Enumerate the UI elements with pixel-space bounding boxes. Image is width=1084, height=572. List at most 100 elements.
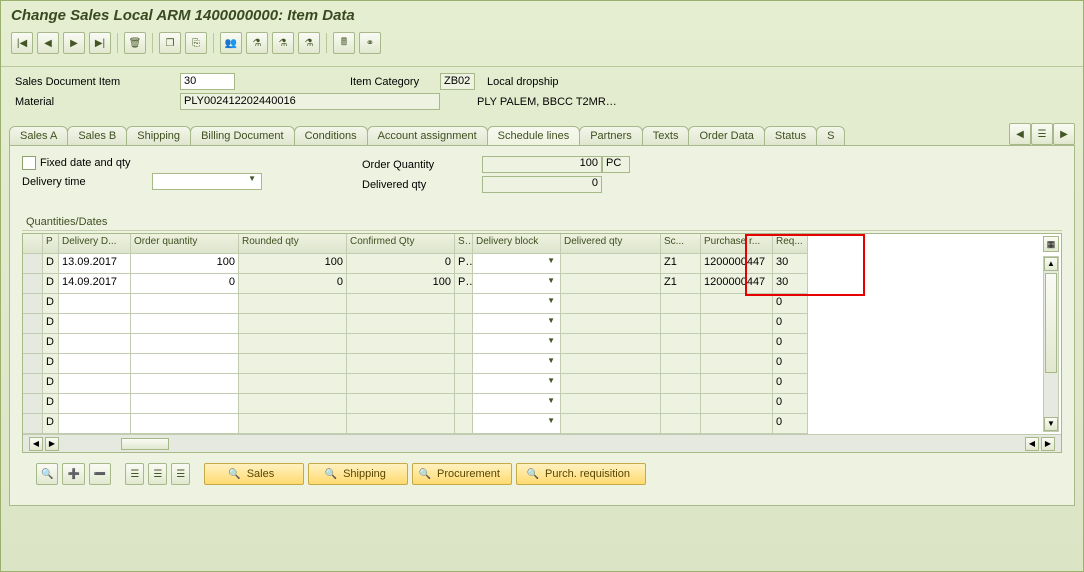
col-header[interactable]: Order quantity: [131, 234, 239, 254]
flask2-icon[interactable]: ⚗: [272, 32, 294, 54]
cell-ordqty[interactable]: [131, 334, 239, 354]
cell-block[interactable]: ▼: [473, 334, 561, 354]
scroll-up-icon[interactable]: ▲: [1044, 257, 1058, 271]
tab-schedule-lines[interactable]: Schedule lines: [487, 126, 581, 146]
cell-block[interactable]: ▼: [473, 414, 561, 434]
cell-date[interactable]: [59, 374, 131, 394]
tab-sales-b[interactable]: Sales B: [67, 126, 127, 145]
cell-ordqty[interactable]: [131, 294, 239, 314]
cell-ordqty[interactable]: [131, 374, 239, 394]
fixed-date-qty-checkbox[interactable]: [22, 156, 36, 170]
cell-date[interactable]: [59, 334, 131, 354]
row-selector[interactable]: [23, 254, 43, 274]
cell-date[interactable]: [59, 414, 131, 434]
next-icon[interactable]: ▶: [63, 32, 85, 54]
cell-ordqty[interactable]: [131, 414, 239, 434]
col-header[interactable]: S...: [455, 234, 473, 254]
scroll-down-icon[interactable]: ▼: [1044, 417, 1058, 431]
add-row-button[interactable]: ➕: [62, 463, 84, 485]
dropdown-icon[interactable]: ▼: [547, 336, 557, 351]
tab-scroll-right-icon[interactable]: ▶: [1053, 123, 1075, 145]
cell-date[interactable]: [59, 354, 131, 374]
tab-s[interactable]: S: [816, 126, 845, 145]
cell-date[interactable]: 13.09.2017: [59, 254, 131, 274]
col-header[interactable]: [23, 234, 43, 254]
docs-icon[interactable]: ❐: [159, 32, 181, 54]
cell-block[interactable]: ▼: [473, 394, 561, 414]
dropdown-icon[interactable]: ▼: [547, 376, 557, 391]
cell-block[interactable]: ▼: [473, 354, 561, 374]
tab-account-assignment[interactable]: Account assignment: [367, 126, 488, 145]
procurement-button[interactable]: 🔍Procurement: [412, 463, 512, 485]
people-icon[interactable]: 👥: [220, 32, 242, 54]
tab-scroll-left-icon[interactable]: ◀: [1009, 123, 1031, 145]
tree3-button[interactable]: ☰: [171, 463, 190, 485]
delete-row-button[interactable]: ➖: [89, 463, 111, 485]
cell-date[interactable]: [59, 294, 131, 314]
link-icon[interactable]: ⚭: [359, 32, 381, 54]
dropdown-icon[interactable]: ▼: [547, 356, 557, 371]
cell-block[interactable]: ▼: [473, 274, 561, 294]
sales-button[interactable]: 🔍Sales: [204, 463, 304, 485]
scroll-thumb[interactable]: [1045, 273, 1057, 373]
cell-block[interactable]: ▼: [473, 374, 561, 394]
calc-icon[interactable]: 🖩: [333, 32, 355, 54]
dropdown-icon[interactable]: ▼: [547, 296, 557, 311]
cell-ordqty[interactable]: [131, 394, 239, 414]
tree1-button[interactable]: ☰: [125, 463, 144, 485]
cell-date[interactable]: [59, 394, 131, 414]
tab-billing-document[interactable]: Billing Document: [190, 126, 295, 145]
dropdown-icon[interactable]: ▼: [547, 316, 557, 331]
cell-ordqty[interactable]: [131, 354, 239, 374]
last-icon[interactable]: ▶|: [89, 32, 111, 54]
row-selector[interactable]: [23, 314, 43, 334]
cell-block[interactable]: ▼: [473, 254, 561, 274]
dropdown-icon[interactable]: ▼: [547, 256, 557, 271]
horizontal-scrollbar[interactable]: ◀ ▶ ◀ ▶: [23, 434, 1061, 452]
delivery-time-input[interactable]: ▼: [152, 173, 262, 190]
tab-sales-a[interactable]: Sales A: [9, 126, 68, 145]
trash-icon[interactable]: 🗑: [124, 32, 146, 54]
scroll-left-icon[interactable]: ◀: [29, 437, 43, 451]
cell-ordqty[interactable]: 0: [131, 274, 239, 294]
scroll-right2-icon[interactable]: ▶: [1041, 437, 1055, 451]
hscroll-thumb[interactable]: [121, 438, 169, 450]
row-selector[interactable]: [23, 274, 43, 294]
row-selector[interactable]: [23, 354, 43, 374]
col-header[interactable]: Delivered qty: [561, 234, 661, 254]
cell-ordqty[interactable]: 100: [131, 254, 239, 274]
cell-date[interactable]: 14.09.2017: [59, 274, 131, 294]
cell-ordqty[interactable]: [131, 314, 239, 334]
tab-status[interactable]: Status: [764, 126, 817, 145]
configure-columns-icon[interactable]: ▦: [1043, 236, 1059, 252]
tab-list-icon[interactable]: ☰: [1031, 123, 1053, 145]
col-header[interactable]: Sc...: [661, 234, 701, 254]
row-selector[interactable]: [23, 334, 43, 354]
purch-requisition-button[interactable]: 🔍Purch. requisition: [516, 463, 646, 485]
row-selector[interactable]: [23, 394, 43, 414]
detail-button[interactable]: 🔍: [36, 463, 58, 485]
col-header[interactable]: Rounded qty: [239, 234, 347, 254]
scroll-right-icon[interactable]: ▶: [45, 437, 59, 451]
col-header[interactable]: Purchase r...: [701, 234, 773, 254]
first-icon[interactable]: |◀: [11, 32, 33, 54]
col-header[interactable]: Confirmed Qty: [347, 234, 455, 254]
flask3-icon[interactable]: ⚗: [298, 32, 320, 54]
row-selector[interactable]: [23, 414, 43, 434]
col-header[interactable]: Req...: [773, 234, 808, 254]
row-selector[interactable]: [23, 374, 43, 394]
tab-order-data[interactable]: Order Data: [688, 126, 764, 145]
vertical-scrollbar[interactable]: ▲ ▼: [1043, 256, 1059, 432]
scroll-left2-icon[interactable]: ◀: [1025, 437, 1039, 451]
tab-conditions[interactable]: Conditions: [294, 126, 368, 145]
col-header[interactable]: Delivery D...: [59, 234, 131, 254]
tree2-button[interactable]: ☰: [148, 463, 167, 485]
cell-block[interactable]: ▼: [473, 314, 561, 334]
tab-texts[interactable]: Texts: [642, 126, 690, 145]
dropdown-icon[interactable]: ▼: [547, 276, 557, 291]
prev-icon[interactable]: ◀: [37, 32, 59, 54]
row-selector[interactable]: [23, 294, 43, 314]
cell-block[interactable]: ▼: [473, 294, 561, 314]
flask1-icon[interactable]: ⚗: [246, 32, 268, 54]
dropdown-icon[interactable]: ▼: [547, 396, 557, 411]
